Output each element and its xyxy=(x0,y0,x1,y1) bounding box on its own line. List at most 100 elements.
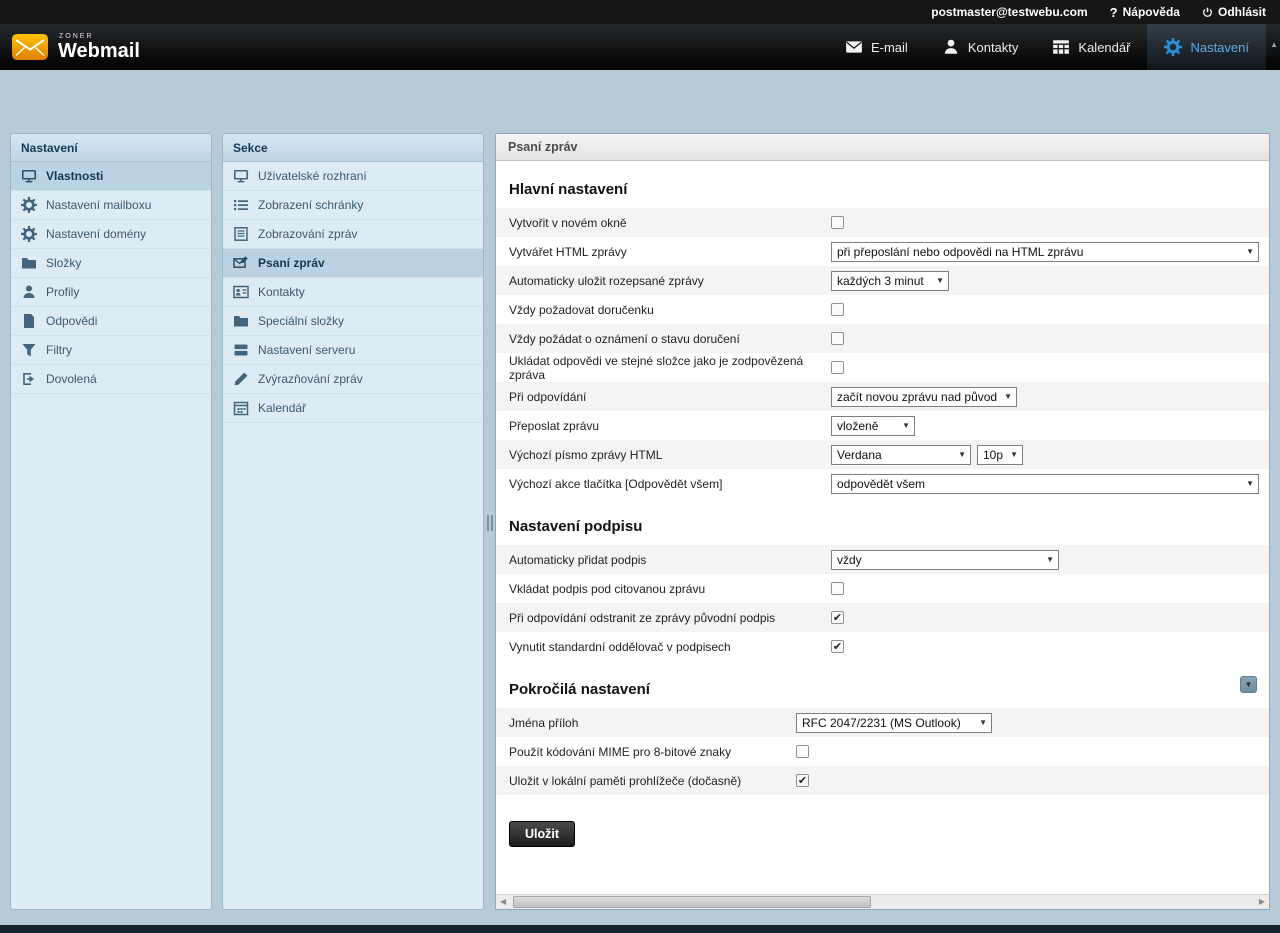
setting-row: Uložit v lokální paměti prohlížeče (doča… xyxy=(496,766,1269,795)
setting-label: Vždy požádat o oznámení o stavu doručení xyxy=(509,332,831,346)
sidebar-item-label: Nastavení domény xyxy=(46,227,146,241)
help-icon: ? xyxy=(1110,5,1118,20)
setting-label: Při odpovídání odstranit ze zprávy původ… xyxy=(509,611,831,625)
sidebar-item-label: Nastavení mailboxu xyxy=(46,198,151,212)
setting-row: Automaticky přidat podpis vždy ▼ xyxy=(496,545,1269,574)
section-item-kalendar[interactable]: Kalendář xyxy=(223,394,483,423)
scroll-up-arrow-icon[interactable]: ▲ xyxy=(1270,40,1278,49)
select-reply-all-action[interactable]: odpovědět všem ▼ xyxy=(831,474,1259,494)
select-font-family[interactable]: Verdana ▼ xyxy=(831,445,971,465)
nav-item-kontakty[interactable]: Kontakty xyxy=(925,24,1036,70)
setting-row: Při odpovídání začít novou zprávu nad pů… xyxy=(496,382,1269,411)
section-item-label: Psaní zpráv xyxy=(258,256,325,270)
select-html-messages[interactable]: při přeposlání nebo odpovědi na HTML zpr… xyxy=(831,242,1259,262)
panel-splitter[interactable] xyxy=(486,512,494,534)
select-attachment-names[interactable]: RFC 2047/2231 (MS Outlook) ▼ xyxy=(796,713,992,733)
section-item-zvyraznovani-zprav[interactable]: Zvýrazňování zpráv xyxy=(223,365,483,394)
checkbox-delivery-receipt[interactable] xyxy=(831,303,844,316)
setting-row: Vždy požádat o oznámení o stavu doručení xyxy=(496,324,1269,353)
setting-row: Jména příloh RFC 2047/2231 (MS Outlook) … xyxy=(496,708,1269,737)
select-value: RFC 2047/2231 (MS Outlook) xyxy=(802,716,961,730)
checkbox-delivery-status-notification[interactable] xyxy=(831,332,844,345)
sidebar-item-nastaveni-mailboxu[interactable]: Nastavení mailboxu xyxy=(11,191,211,220)
filter-icon xyxy=(21,342,37,358)
section-item-zobrazovani-zprav[interactable]: Zobrazování zpráv xyxy=(223,220,483,249)
select-value: 10pt xyxy=(983,448,1003,462)
dropdown-arrow-icon: ▼ xyxy=(1004,392,1012,401)
select-autosave-interval[interactable]: každých 3 minut ▼ xyxy=(831,271,949,291)
brand-logo[interactable]: ZONER Webmail xyxy=(0,24,140,70)
setting-label: Ukládat odpovědi ve stejné složce jako j… xyxy=(509,354,831,382)
section-sidebar: Sekce Uživatelské rozhraní Zobrazení sch… xyxy=(222,133,484,910)
sidebar-item-nastaveni-domeny[interactable]: Nastavení domény xyxy=(11,220,211,249)
gear-icon xyxy=(21,197,37,213)
logout-label: Odhlásit xyxy=(1218,5,1266,19)
checkbox-new-window[interactable] xyxy=(831,216,844,229)
checkbox-remove-original-signature[interactable] xyxy=(831,611,844,624)
dropdown-arrow-icon: ▼ xyxy=(958,450,966,459)
section-item-specialni-slozky[interactable]: Speciální složky xyxy=(223,307,483,336)
exit-icon xyxy=(21,371,37,387)
brand-webmail-label: Webmail xyxy=(58,41,140,61)
advanced-section-header: Pokročilá nastavení ▼ xyxy=(496,661,1269,708)
section-item-uzivatelske-rozhrani[interactable]: Uživatelské rozhraní xyxy=(223,162,483,191)
folder-icon xyxy=(233,313,249,329)
sidebar-item-dovolena[interactable]: Dovolená xyxy=(11,365,211,394)
select-auto-signature[interactable]: vždy ▼ xyxy=(831,550,1059,570)
mail-icon xyxy=(845,38,863,56)
section-item-nastaveni-serveru[interactable]: Nastavení serveru xyxy=(223,336,483,365)
power-icon xyxy=(1202,7,1213,18)
contact-card-icon xyxy=(233,284,249,300)
scrollbar-thumb[interactable] xyxy=(513,896,871,908)
sidebar-item-label: Vlastnosti xyxy=(46,169,103,183)
section-item-psani-zprav[interactable]: Psaní zpráv xyxy=(223,249,483,278)
select-font-size[interactable]: 10pt ▼ xyxy=(977,445,1023,465)
section-item-label: Kontakty xyxy=(258,285,305,299)
select-value: Verdana xyxy=(837,448,882,462)
scroll-right-arrow-icon[interactable]: ▶ xyxy=(1259,897,1265,906)
setting-label: Výchozí akce tlačítka [Odpovědět všem] xyxy=(509,477,831,491)
horizontal-scrollbar[interactable]: ◀ ▶ xyxy=(496,894,1269,909)
nav-label: Kalendář xyxy=(1078,40,1130,55)
dropdown-arrow-icon: ▼ xyxy=(1246,479,1254,488)
section-item-zobrazeni-schranky[interactable]: Zobrazení schránky xyxy=(223,191,483,220)
checkbox-signature-below-quote[interactable] xyxy=(831,582,844,595)
section-sidebar-title: Sekce xyxy=(223,134,483,162)
dropdown-arrow-icon: ▼ xyxy=(1246,247,1254,256)
sidebar-item-odpovedi[interactable]: Odpovědi xyxy=(11,307,211,336)
checkbox-force-signature-separator[interactable] xyxy=(831,640,844,653)
section-item-label: Zvýrazňování zpráv xyxy=(258,372,363,386)
nav-item-kalendar[interactable]: Kalendář xyxy=(1035,24,1147,70)
sidebar-item-slozky[interactable]: Složky xyxy=(11,249,211,278)
setting-label: Přeposlat zprávu xyxy=(509,419,831,433)
select-forward-mode[interactable]: vloženě ▼ xyxy=(831,416,915,436)
select-reply-mode[interactable]: začít novou zprávu nad původní ▼ xyxy=(831,387,1017,407)
checkbox-browser-local-storage[interactable] xyxy=(796,774,809,787)
section-item-kontakty[interactable]: Kontakty xyxy=(223,278,483,307)
sidebar-item-filtry[interactable]: Filtry xyxy=(11,336,211,365)
setting-row: Automaticky uložit rozepsané zprávy každ… xyxy=(496,266,1269,295)
checkbox-save-reply-same-folder[interactable] xyxy=(831,361,844,374)
select-value: vloženě xyxy=(837,419,878,433)
chevron-down-icon: ▼ xyxy=(1245,681,1253,689)
mail-compose-icon xyxy=(233,255,249,271)
nav-item-email[interactable]: E-mail xyxy=(828,24,925,70)
sidebar-item-profily[interactable]: Profily xyxy=(11,278,211,307)
select-value: odpovědět všem xyxy=(837,477,925,491)
setting-label: Automaticky přidat podpis xyxy=(509,553,831,567)
section-item-label: Kalendář xyxy=(258,401,306,415)
sidebar-item-vlastnosti[interactable]: Vlastnosti xyxy=(11,162,211,191)
help-link[interactable]: ? Nápověda xyxy=(1110,5,1180,20)
checkbox-mime-8bit[interactable] xyxy=(796,745,809,758)
scroll-left-arrow-icon[interactable]: ◀ xyxy=(500,897,506,906)
section-heading-signature: Nastavení podpisu xyxy=(509,518,1257,535)
save-button[interactable]: Uložit xyxy=(509,821,575,847)
list-icon xyxy=(233,197,249,213)
person-icon xyxy=(942,38,960,56)
section-item-label: Zobrazování zpráv xyxy=(258,227,357,241)
collapse-advanced-button[interactable]: ▼ xyxy=(1240,676,1257,693)
nav-item-nastaveni[interactable]: Nastavení xyxy=(1147,24,1266,70)
setting-label: Vynutit standardní oddělovač v podpisech xyxy=(509,640,831,654)
logout-link[interactable]: Odhlásit xyxy=(1202,5,1266,19)
brand-zoner-label: ZONER xyxy=(59,33,140,40)
